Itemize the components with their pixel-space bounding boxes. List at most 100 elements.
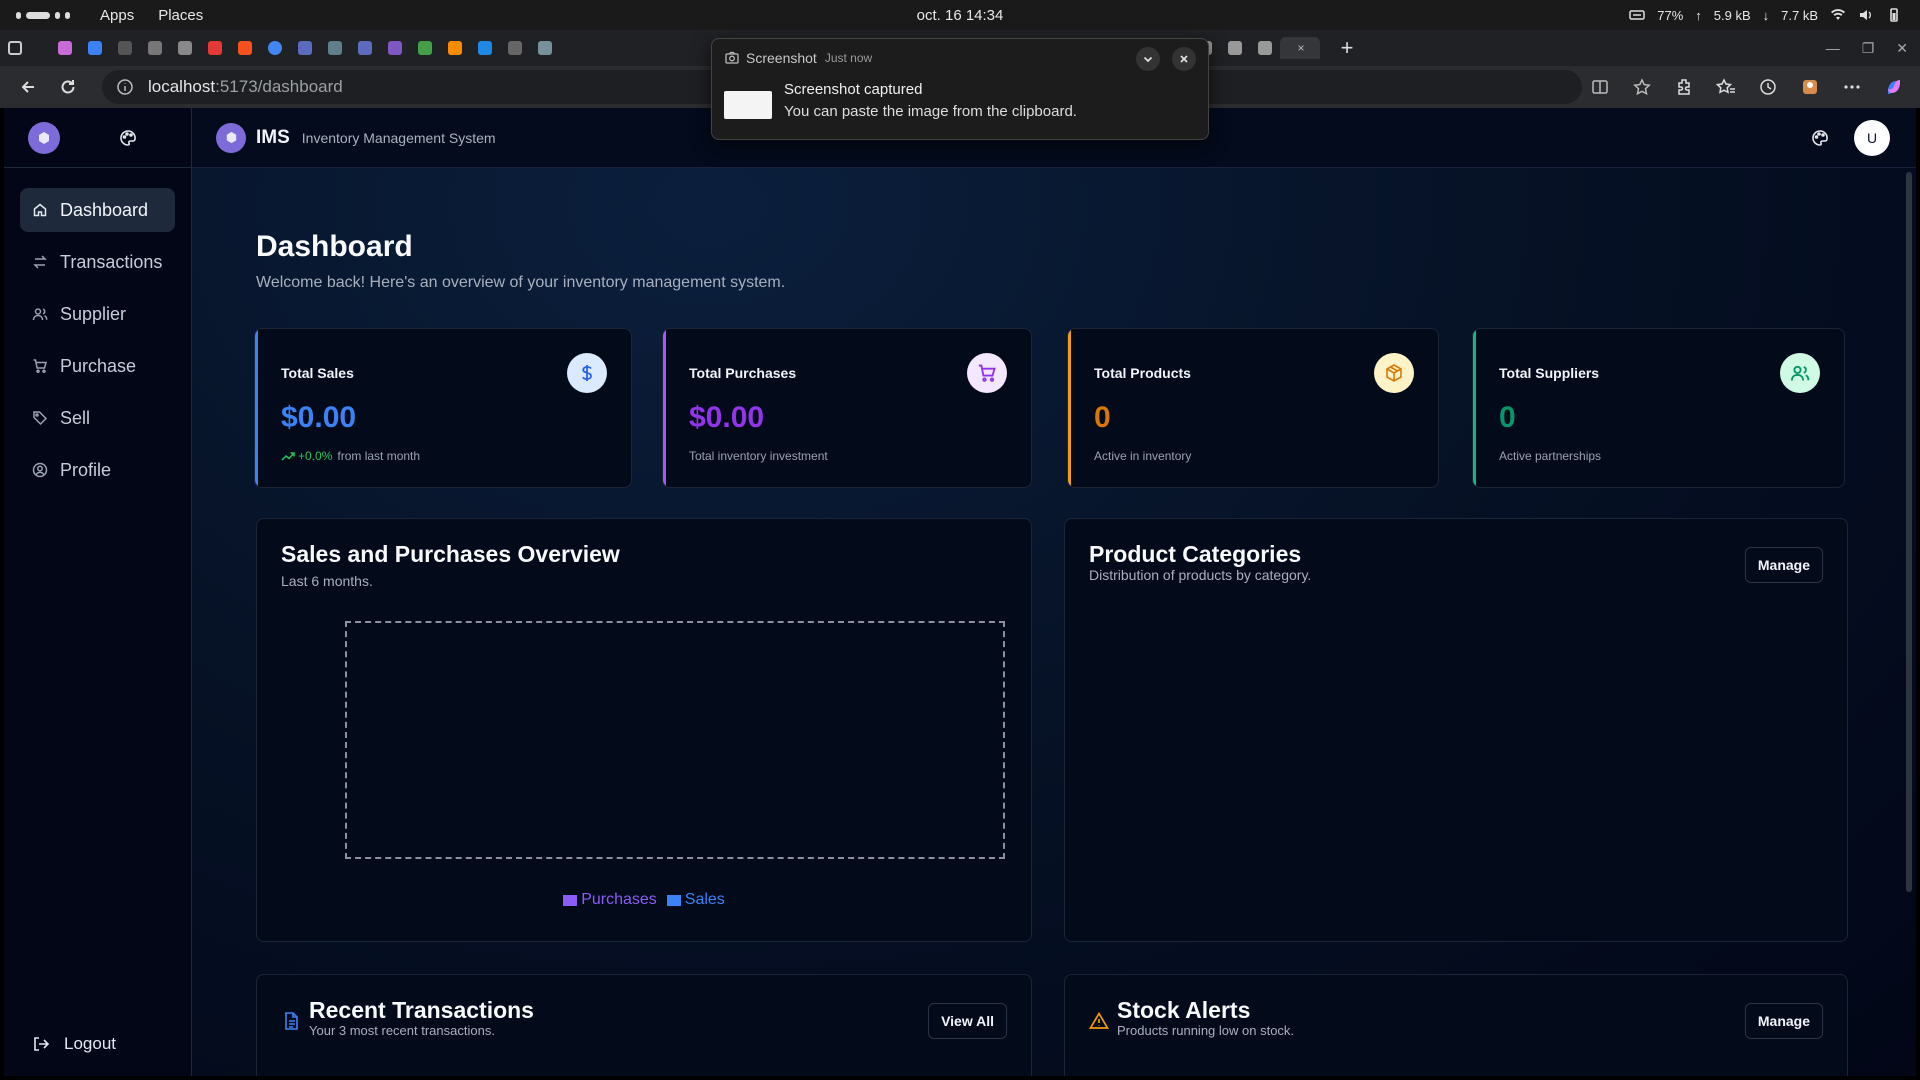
site-info-icon[interactable] [116,78,134,96]
favorites-icon[interactable] [1716,77,1736,97]
tag-icon [33,411,48,426]
tab-actions-icon[interactable] [0,37,30,59]
sidebar-item-transactions[interactable]: Transactions [20,240,175,284]
battery-percent: 77% [1657,7,1684,23]
stat-card-total-suppliers: Total Suppliers 0 Active partnerships [1472,328,1845,488]
stat-note: +0.0% from last month [281,449,420,463]
legend-item-purchases[interactable]: Purchases [563,891,657,909]
profile-icon[interactable] [1800,77,1820,97]
browser-tab[interactable] [440,37,470,59]
notification-close-button[interactable] [1172,47,1196,71]
browser-tab[interactable] [80,37,110,59]
view-all-transactions-button[interactable]: View All [928,1003,1007,1039]
copilot-icon[interactable] [1884,77,1904,97]
more-menu-icon[interactable] [1842,77,1862,97]
browser-tab[interactable] [290,37,320,59]
minimize-icon[interactable]: — [1826,40,1840,56]
logout-icon [34,1037,50,1051]
warning-icon [1089,1011,1109,1029]
apps-menu[interactable]: Apps [100,7,134,24]
card-subtitle: Products running low on stock. [1117,1023,1295,1038]
back-button[interactable] [8,67,48,107]
empty-chart-area [345,621,1005,859]
trend-up-icon [281,452,295,461]
volume-icon[interactable] [1858,7,1874,23]
browser-tab[interactable] [410,37,440,59]
browser-tab[interactable] [1220,37,1250,59]
workspace-indicator[interactable] [16,11,70,19]
history-icon[interactable] [1758,77,1778,97]
stat-card-total-products: Total Products 0 Active in inventory [1067,328,1439,488]
manage-categories-button[interactable]: Manage [1744,547,1823,583]
legend-item-sales[interactable]: Sales [666,891,725,909]
browser-tab[interactable] [380,37,410,59]
header-logo[interactable] [216,122,246,153]
sidebar-item-supplier[interactable]: Supplier [20,292,175,336]
extensions-icon[interactable] [1674,77,1694,97]
browser-tab[interactable] [320,37,350,59]
reload-button[interactable] [48,67,88,107]
avatar[interactable]: U [1854,120,1890,156]
stat-label: Total Sales [281,365,354,381]
theme-palette-icon[interactable] [1810,128,1830,148]
notification-expand-button[interactable] [1136,47,1160,71]
logout-button[interactable]: Logout [32,1034,116,1054]
clock[interactable]: oct. 16 14:34 [917,7,1004,24]
bookmark-star-icon[interactable] [1632,77,1652,97]
browser-tab[interactable] [470,37,500,59]
sidebar-item-label: Purchase [60,355,137,376]
browser-tab[interactable] [170,37,200,59]
logout-label: Logout [64,1034,116,1053]
browser-tab[interactable] [530,37,560,59]
browser-tab-active[interactable]: × [1280,37,1320,59]
restore-icon[interactable]: ❐ [1862,40,1875,57]
scrollbar[interactable] [1906,172,1912,892]
app-logo[interactable] [28,121,60,154]
url-host: localhost [148,77,216,96]
brand-name: IMS [256,126,290,148]
brand-subtitle: Inventory Management System [301,129,496,146]
browser-tab[interactable] [1250,37,1280,59]
browser-tab[interactable] [350,37,380,59]
ims-app: Dashboard Transactions Supplier Purchase… [4,108,1916,1076]
url-path: :5173/dashboard [215,77,343,96]
browser-tab[interactable] [50,37,80,59]
user-circle-icon [32,462,48,478]
stat-icon-badge [1780,353,1820,393]
browser-tab[interactable] [260,37,290,59]
new-tab-button[interactable]: + [1332,35,1362,60]
stat-note: Active partnerships [1499,449,1601,463]
upload-rate-icon: ↑ [1695,7,1702,23]
stat-value: 0 [1094,401,1111,434]
card-subtitle: Distribution of products by category. [1089,567,1312,583]
sidebar: Dashboard Transactions Supplier Purchase… [4,108,192,1076]
places-menu[interactable]: Places [158,7,203,24]
back-arrow-icon [21,81,34,93]
theme-palette-icon[interactable] [118,128,138,148]
split-view-icon[interactable] [1590,77,1610,97]
power-icon[interactable] [1886,7,1902,23]
sidebar-item-dashboard[interactable]: Dashboard [20,188,175,232]
stat-accent-bar [255,329,258,487]
browser-tab[interactable] [140,37,170,59]
sidebar-item-profile[interactable]: Profile [20,448,175,492]
browser-tab[interactable] [110,37,140,59]
chevron-down-icon [1143,56,1153,63]
sidebar-item-sell[interactable]: Sell [20,396,175,440]
close-window-icon[interactable]: ✕ [1896,40,1908,57]
stat-label: Total Purchases [689,365,797,381]
cart-icon [978,364,996,382]
download-rate-icon: ↓ [1762,7,1770,23]
wifi-icon[interactable] [1830,7,1846,23]
sidebar-item-purchase[interactable]: Purchase [20,344,175,388]
card-title: Product Categories [1089,541,1302,567]
main-content: IMS Inventory Management System U Dashbo… [192,108,1916,1076]
manage-stock-alerts-button[interactable]: Manage [1744,1003,1823,1039]
browser-tab[interactable] [200,37,230,59]
screenshot-notification[interactable]: Screenshot Just now Screenshot captured … [711,38,1209,140]
browser-tab[interactable] [500,37,530,59]
browser-tab[interactable] [230,37,260,59]
card-title: Stock Alerts [1117,997,1251,1023]
chart-legend: Purchases Sales [257,891,1031,909]
stat-note-text: Total inventory investment [689,449,828,463]
